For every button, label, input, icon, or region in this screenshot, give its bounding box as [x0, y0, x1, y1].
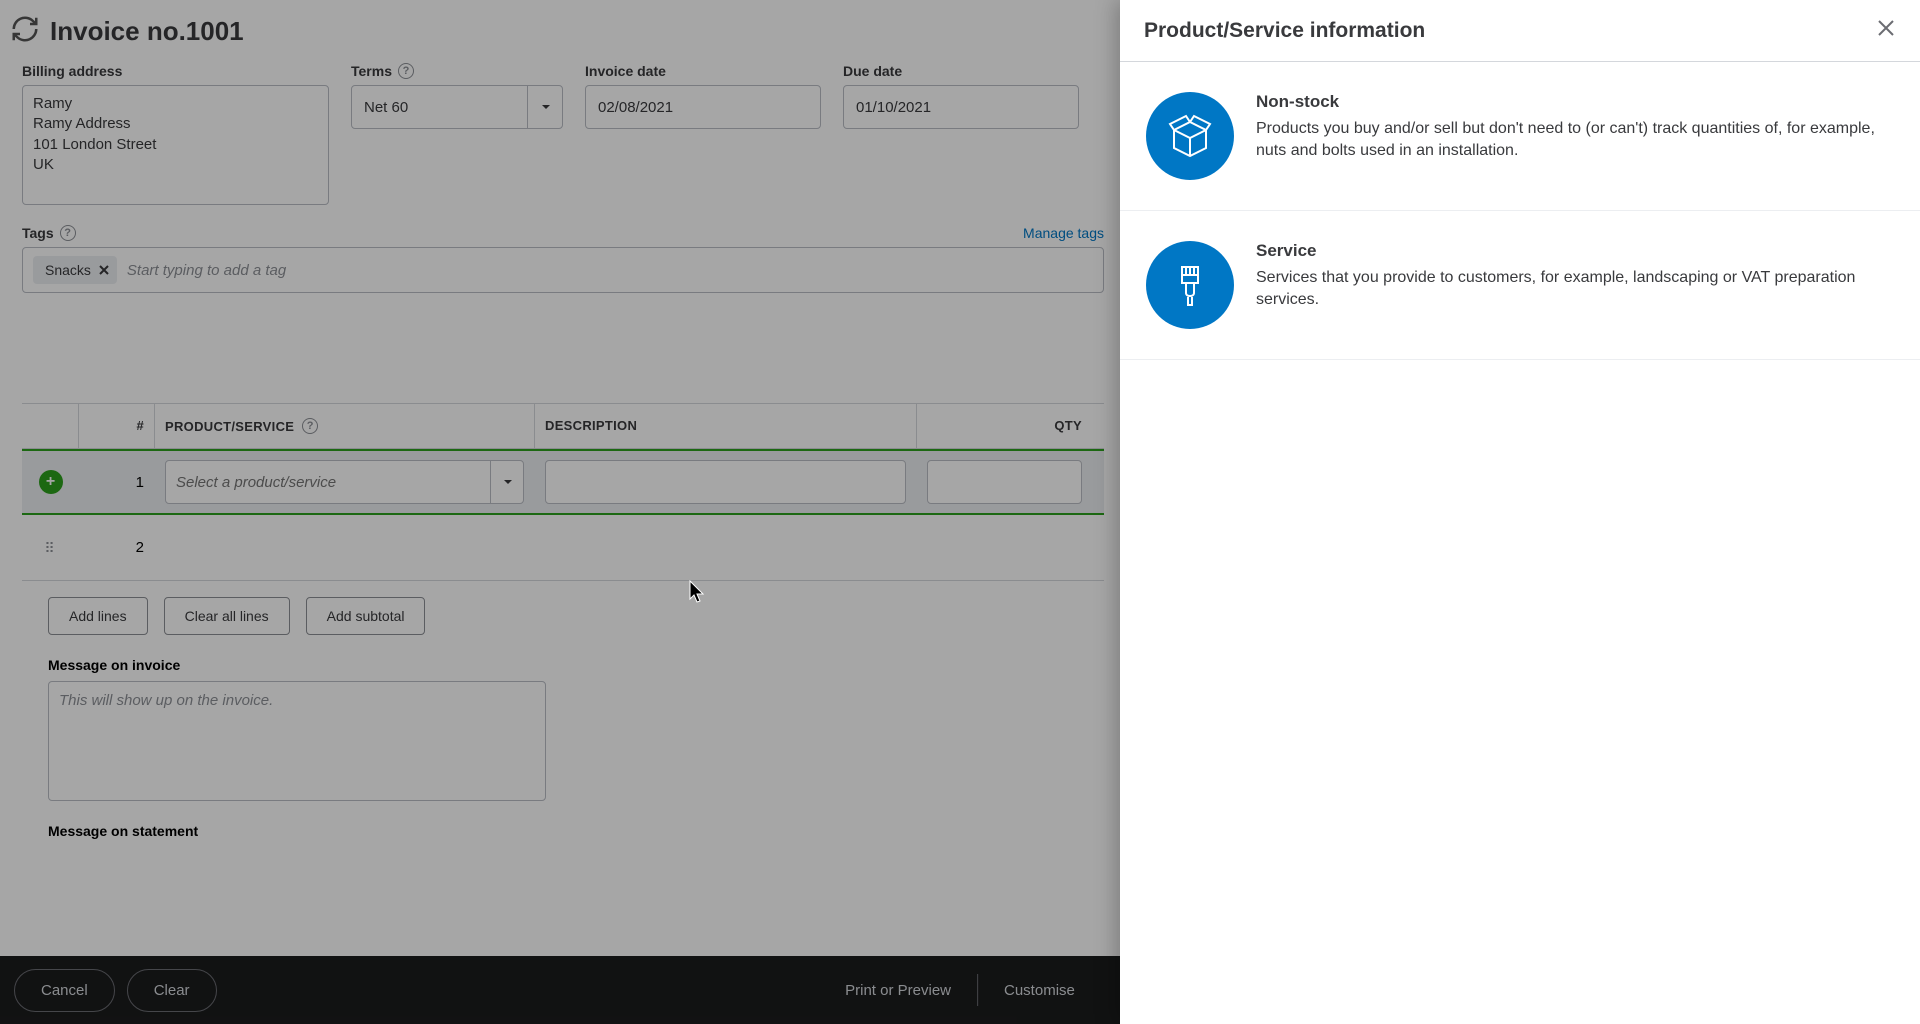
table-row[interactable]: + 1	[22, 449, 1104, 515]
product-select[interactable]	[165, 460, 524, 504]
clear-button[interactable]: Clear	[127, 969, 217, 1012]
chevron-down-icon	[527, 85, 563, 129]
col-number: #	[78, 404, 154, 448]
tags-input[interactable]: Snacks Start typing to add a tag	[22, 247, 1104, 293]
cursor-icon	[688, 580, 706, 609]
print-preview-link[interactable]: Print or Preview	[845, 982, 951, 999]
help-icon[interactable]: ?	[60, 225, 76, 241]
product-service-panel: Product/Service information Non-stock Pr…	[1120, 0, 1920, 1024]
page-title: Invoice no.1001	[50, 16, 244, 47]
option-title: Non-stock	[1256, 92, 1876, 112]
add-subtotal-button[interactable]: Add subtotal	[306, 597, 426, 635]
add-row-icon[interactable]: +	[39, 470, 63, 494]
line-items-table: # PRODUCT/SERVICE? DESCRIPTION QTY + 1 ⠿…	[22, 403, 1104, 581]
tag-chip: Snacks	[33, 256, 117, 284]
customise-link[interactable]: Customise	[1004, 982, 1075, 999]
paint-brush-icon	[1146, 241, 1234, 329]
col-qty: QTY	[916, 404, 1092, 448]
help-icon[interactable]: ?	[398, 63, 414, 79]
option-service[interactable]: Service Services that you provide to cus…	[1120, 211, 1920, 360]
due-date-label: Due date	[843, 63, 1079, 79]
col-description: DESCRIPTION	[534, 404, 916, 448]
tags-label: Tags	[22, 225, 54, 241]
chevron-down-icon	[490, 460, 524, 504]
divider	[977, 974, 978, 1006]
clear-all-lines-button[interactable]: Clear all lines	[164, 597, 290, 635]
invoice-date-label: Invoice date	[585, 63, 821, 79]
qty-input[interactable]	[927, 460, 1082, 504]
close-button[interactable]	[1876, 18, 1896, 43]
option-title: Service	[1256, 241, 1876, 261]
manage-tags-link[interactable]: Manage tags	[1023, 225, 1104, 241]
recurring-icon[interactable]	[10, 14, 40, 49]
terms-select[interactable]: Net 60	[351, 85, 563, 129]
col-product: PRODUCT/SERVICE	[165, 419, 294, 434]
tags-placeholder: Start typing to add a tag	[127, 262, 286, 279]
box-open-icon	[1146, 92, 1234, 180]
billing-address-input[interactable]: Ramy Ramy Address 101 London Street UK	[22, 85, 329, 205]
option-description: Services that you provide to customers, …	[1256, 267, 1876, 312]
product-input[interactable]	[165, 460, 524, 504]
billing-label: Billing address	[22, 63, 329, 79]
description-input[interactable]	[545, 460, 906, 504]
row-number: 1	[78, 474, 154, 491]
help-icon[interactable]: ?	[302, 418, 318, 434]
panel-title: Product/Service information	[1144, 19, 1425, 43]
table-row[interactable]: ⠿ 2	[22, 515, 1104, 581]
due-date-input[interactable]: 01/10/2021	[843, 85, 1079, 129]
message-invoice-input[interactable]: This will show up on the invoice.	[48, 681, 546, 801]
invoice-date-input[interactable]: 02/08/2021	[585, 85, 821, 129]
option-description: Products you buy and/or sell but don't n…	[1256, 118, 1876, 163]
tag-chip-label: Snacks	[45, 262, 91, 278]
drag-handle-icon[interactable]: ⠿	[44, 545, 56, 551]
cancel-button[interactable]: Cancel	[14, 969, 115, 1012]
terms-label: Terms	[351, 63, 392, 79]
option-non-stock[interactable]: Non-stock Products you buy and/or sell b…	[1120, 62, 1920, 211]
row-number: 2	[78, 539, 154, 556]
add-lines-button[interactable]: Add lines	[48, 597, 148, 635]
remove-tag-icon[interactable]	[99, 262, 109, 278]
